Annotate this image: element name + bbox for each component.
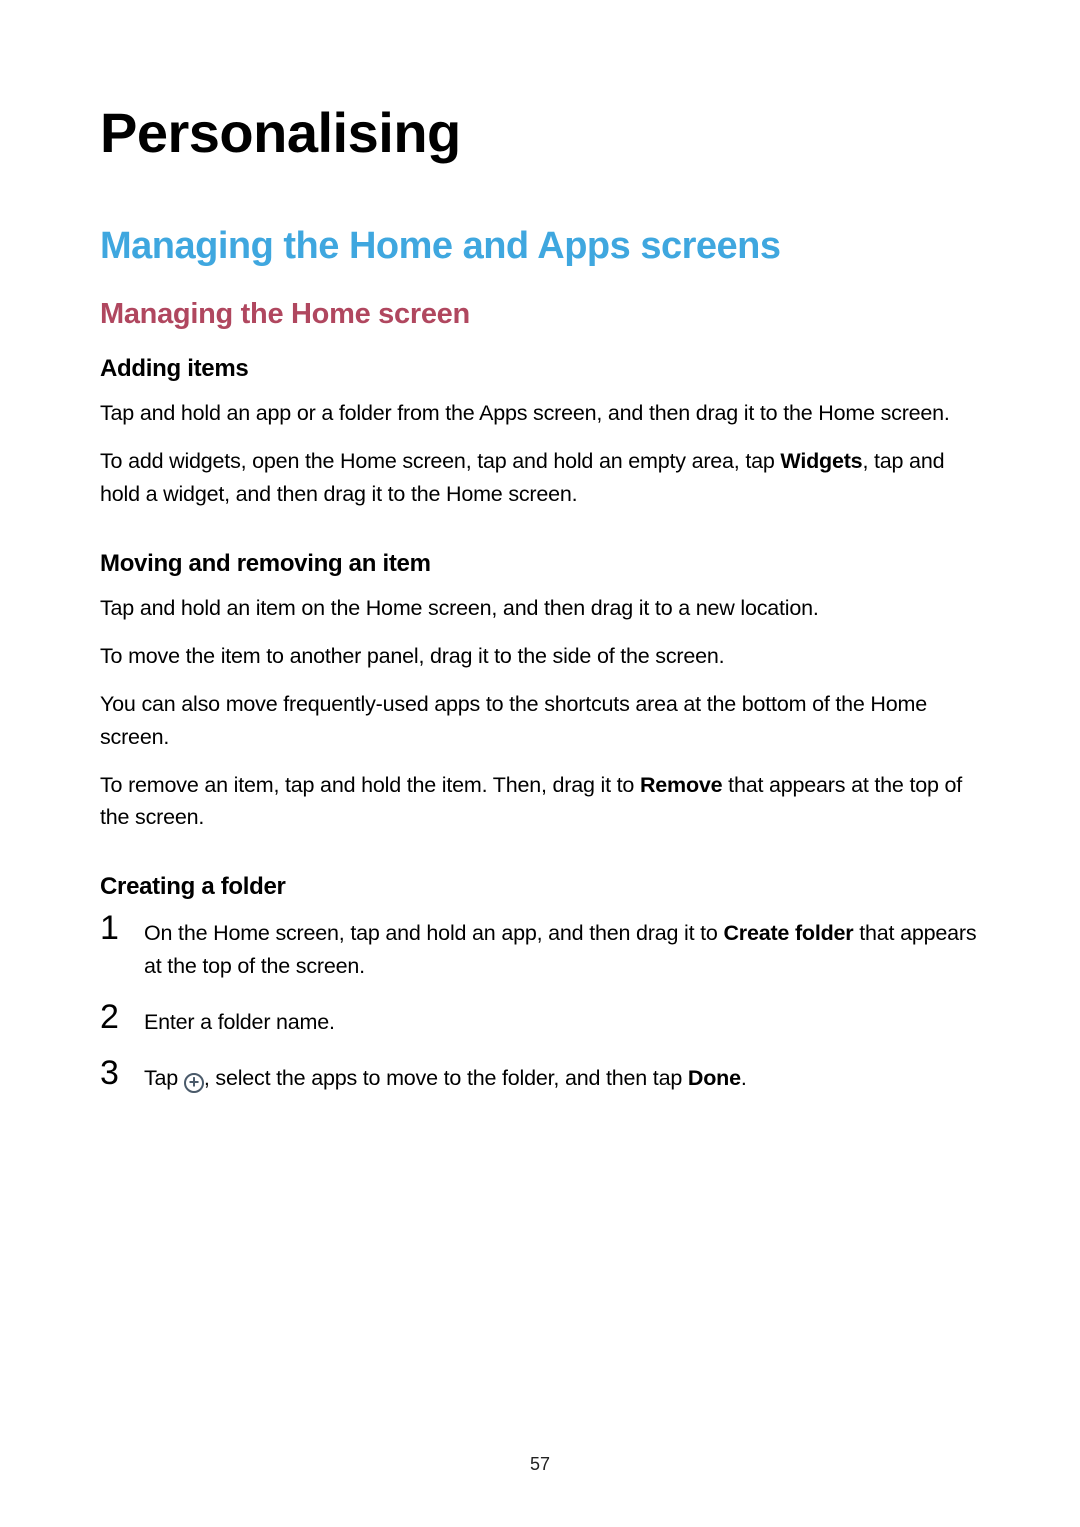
- list-item: 1 On the Home screen, tap and hold an ap…: [100, 915, 980, 982]
- body-text: To remove an item, tap and hold the item…: [100, 769, 980, 834]
- list-item: 2 Enter a folder name.: [100, 1004, 980, 1038]
- text-fragment: To add widgets, open the Home screen, ta…: [100, 449, 780, 473]
- body-text: To move the item to another panel, drag …: [100, 640, 980, 672]
- topic-heading-creating-folder: Creating a folder: [100, 873, 980, 901]
- body-text: You can also move frequently-used apps t…: [100, 688, 980, 753]
- step-number: 1: [100, 911, 144, 945]
- plus-icon: +: [184, 1073, 204, 1093]
- steps-list: 1 On the Home screen, tap and hold an ap…: [100, 915, 980, 1094]
- text-fragment: On the Home screen, tap and hold an app,…: [144, 921, 723, 945]
- step-number: 2: [100, 1000, 144, 1034]
- page-number: 57: [0, 1454, 1080, 1475]
- text-fragment: , select the apps to move to the folder,…: [204, 1066, 688, 1090]
- step-text: Tap +, select the apps to move to the fo…: [144, 1060, 747, 1094]
- subsection-heading-home-screen: Managing the Home screen: [100, 298, 980, 331]
- body-text: Tap and hold an item on the Home screen,…: [100, 592, 980, 624]
- text-fragment: .: [741, 1066, 747, 1090]
- bold-create-folder: Create folder: [723, 921, 853, 945]
- page-content: Personalising Managing the Home and Apps…: [0, 0, 1080, 1094]
- bold-done: Done: [688, 1066, 741, 1090]
- page-title: Personalising: [100, 100, 980, 165]
- text-fragment: Tap: [144, 1066, 184, 1090]
- body-text: To add widgets, open the Home screen, ta…: [100, 445, 980, 510]
- bold-remove: Remove: [640, 773, 722, 797]
- step-number: 3: [100, 1056, 144, 1090]
- step-text: On the Home screen, tap and hold an app,…: [144, 915, 980, 982]
- bold-widgets: Widgets: [780, 449, 862, 473]
- topic-heading-moving-removing: Moving and removing an item: [100, 550, 980, 578]
- section-heading-managing-screens: Managing the Home and Apps screens: [100, 225, 980, 268]
- list-item: 3 Tap +, select the apps to move to the …: [100, 1060, 980, 1094]
- text-fragment: To remove an item, tap and hold the item…: [100, 773, 640, 797]
- topic-heading-adding-items: Adding items: [100, 355, 980, 383]
- body-text: Tap and hold an app or a folder from the…: [100, 397, 980, 429]
- step-text: Enter a folder name.: [144, 1004, 335, 1038]
